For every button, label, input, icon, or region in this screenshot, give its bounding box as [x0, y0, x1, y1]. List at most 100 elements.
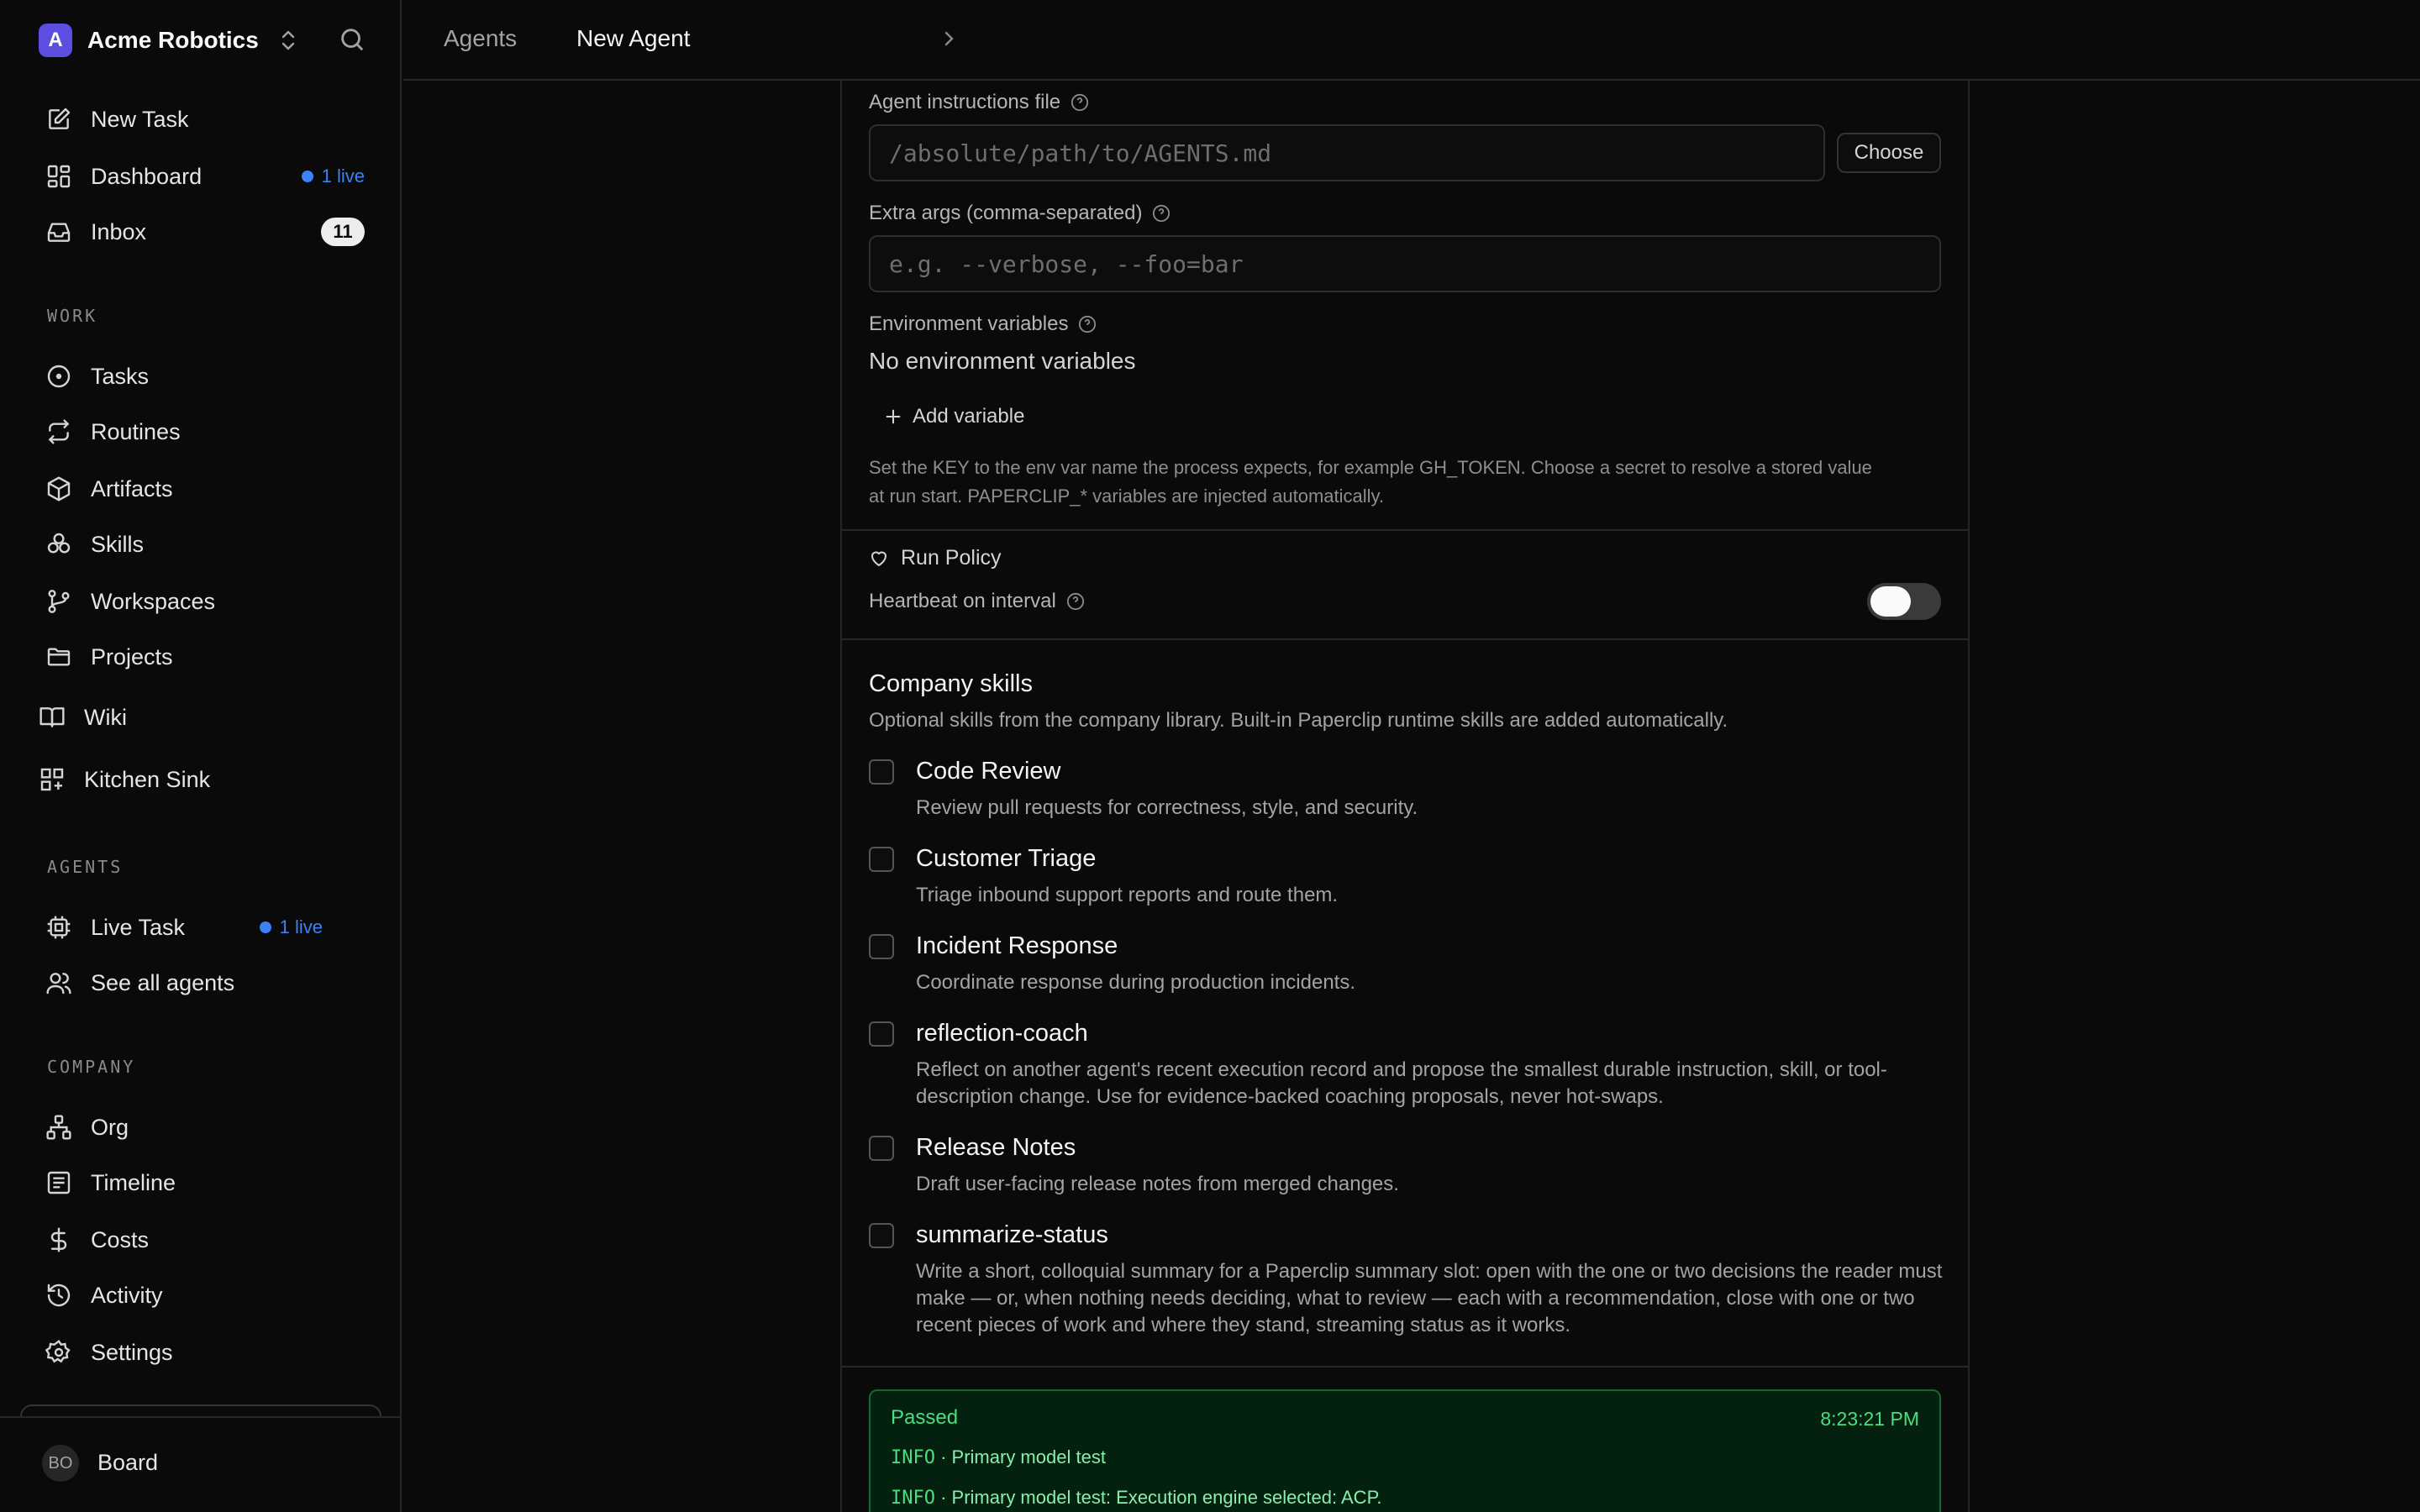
sidebar-item-label: Settings: [91, 1339, 173, 1365]
skill-description: Write a short, colloquial summary for a …: [916, 1260, 1943, 1336]
sidebar-item-routines[interactable]: Routines: [45, 413, 365, 450]
package-icon: [45, 475, 72, 502]
skill-description: Draft user-facing release notes from mer…: [916, 1173, 1399, 1195]
skill-name: Incident Response: [916, 932, 1118, 959]
sidebar-item-kitchen-sink[interactable]: Kitchen Sink: [39, 761, 358, 798]
env-vars-label: Environment variables: [869, 312, 1097, 336]
skill-name: summarize-status: [916, 1221, 1108, 1248]
sidebar-scroll-edge: [20, 1404, 381, 1416]
company-logo: A: [39, 24, 72, 57]
skill-description: Triage inbound support reports and route…: [916, 884, 1339, 906]
help-icon[interactable]: [1078, 315, 1097, 333]
inbox-count-badge: 11: [321, 218, 365, 246]
dollar-icon: [45, 1226, 72, 1253]
sidebar-item-label: Timeline: [91, 1169, 176, 1195]
sidebar-item-see-all-agents[interactable]: See all agents: [45, 964, 365, 1001]
company-switcher[interactable]: A Acme Robotics: [39, 22, 297, 59]
sidebar-item-label: Projects: [91, 643, 173, 669]
sidebar-item-label: See all agents: [91, 969, 235, 995]
sidebar-item-new-task[interactable]: New Task: [45, 101, 365, 138]
skills-title: Company skills: [869, 670, 1033, 697]
live-indicator: 1 live: [301, 165, 365, 187]
sidebar-item-activity[interactable]: Activity: [45, 1277, 365, 1314]
extra-args-input[interactable]: e.g. --verbose, --foo=bar: [869, 235, 1941, 292]
heartbeat-toggle[interactable]: [1867, 583, 1941, 620]
live-indicator: 1 live: [259, 916, 323, 938]
avatar[interactable]: BO: [42, 1445, 79, 1482]
log-line: INFO · Primary model test: [891, 1446, 1106, 1468]
history-icon: [45, 1282, 72, 1309]
sidebar-item-settings[interactable]: Settings: [45, 1334, 365, 1371]
skill-description: Review pull requests for correctness, st…: [916, 796, 1418, 819]
company-name: Acme Robotics: [87, 27, 259, 53]
inbox-icon: [45, 218, 72, 245]
skill-name: reflection-coach: [916, 1020, 1088, 1047]
sidebar-item-timeline[interactable]: Timeline: [45, 1164, 365, 1201]
breadcrumb-agents[interactable]: Agents: [444, 25, 517, 52]
sidebar-item-label: Tasks: [91, 363, 150, 389]
skill-checkbox[interactable]: [869, 934, 894, 959]
test-status: Passed: [891, 1406, 959, 1429]
heart-icon: [869, 549, 889, 569]
git-branch-icon: [45, 588, 72, 615]
skill-name: Release Notes: [916, 1134, 1076, 1161]
section-label-agents: AGENTS: [47, 857, 124, 877]
skill-checkbox[interactable]: [869, 1223, 894, 1248]
env-empty-text: No environment variables: [869, 348, 1136, 374]
users-icon: [45, 969, 72, 996]
circle-dot-icon: [45, 363, 72, 390]
help-icon[interactable]: [1071, 93, 1089, 112]
sidebar-item-label: New Task: [91, 106, 189, 132]
sidebar-item-workspaces[interactable]: Workspaces: [45, 583, 365, 620]
sidebar-item-label: Org: [91, 1114, 129, 1140]
help-icon[interactable]: [1152, 204, 1171, 223]
repeat-icon: [45, 418, 72, 445]
list-icon: [45, 1169, 72, 1196]
skill-description: Reflect on another agent's recent execut…: [916, 1058, 1887, 1108]
sidebar-item-label: Workspaces: [91, 588, 216, 614]
section-label-work: WORK: [47, 306, 98, 326]
sidebar-item-label: Live Task: [91, 914, 186, 940]
divider: [840, 529, 1970, 531]
cpu-icon: [45, 914, 72, 941]
search-icon[interactable]: [338, 25, 366, 54]
sidebar-item-label: Costs: [91, 1226, 150, 1252]
instructions-path-input[interactable]: /absolute/path/to/AGENTS.md: [869, 124, 1825, 181]
network-icon: [45, 1114, 72, 1141]
sidebar-item-label: Wiki: [84, 704, 127, 730]
instructions-label: Agent instructions file: [869, 91, 1089, 114]
help-icon[interactable]: [1066, 592, 1085, 611]
divider: [840, 638, 1970, 640]
skills-subtitle: Optional skills from the company library…: [869, 709, 1728, 732]
extra-args-label: Extra args (comma-separated): [869, 202, 1171, 225]
sidebar-item-label: Activity: [91, 1282, 163, 1308]
skill-checkbox[interactable]: [869, 847, 894, 872]
sidebar-item-live-task[interactable]: Live Task 1 live: [45, 909, 365, 946]
sidebar-item-costs[interactable]: Costs: [45, 1221, 365, 1258]
sidebar-item-dashboard[interactable]: Dashboard 1 live: [45, 158, 365, 195]
sidebar-item-projects[interactable]: Projects: [45, 638, 365, 675]
sidebar-item-tasks[interactable]: Tasks: [45, 358, 365, 395]
run-policy-heading: Run Policy: [869, 546, 1002, 570]
skill-checkbox[interactable]: [869, 759, 894, 785]
skill-checkbox[interactable]: [869, 1136, 894, 1161]
sidebar-item-artifacts[interactable]: Artifacts: [45, 470, 365, 507]
sidebar-item-label: Routines: [91, 418, 181, 444]
choose-file-button[interactable]: Choose: [1837, 133, 1941, 173]
sidebar-item-inbox[interactable]: Inbox 11: [45, 213, 365, 250]
skill-description: Coordinate response during production in…: [916, 971, 1355, 994]
env-help-text: Set the KEY to the env var name the proc…: [869, 457, 1872, 507]
sidebar-item-skills[interactable]: Skills: [45, 526, 365, 563]
skill-checkbox[interactable]: [869, 1021, 894, 1047]
user-label[interactable]: Board: [97, 1450, 158, 1476]
top-bar: Agents New Agent: [403, 0, 2420, 81]
chevron-right-icon: [941, 29, 958, 49]
sidebar-item-org[interactable]: Org: [45, 1109, 365, 1146]
divider: [840, 1366, 1970, 1368]
sidebar-item-label: Skills: [91, 531, 145, 557]
boxes-icon: [45, 531, 72, 558]
sidebar-item-wiki[interactable]: Wiki: [39, 699, 358, 736]
chevron-updown-icon: [279, 29, 297, 52]
dashboard-icon: [45, 163, 72, 190]
add-variable-button[interactable]: Add variable: [884, 405, 1024, 428]
